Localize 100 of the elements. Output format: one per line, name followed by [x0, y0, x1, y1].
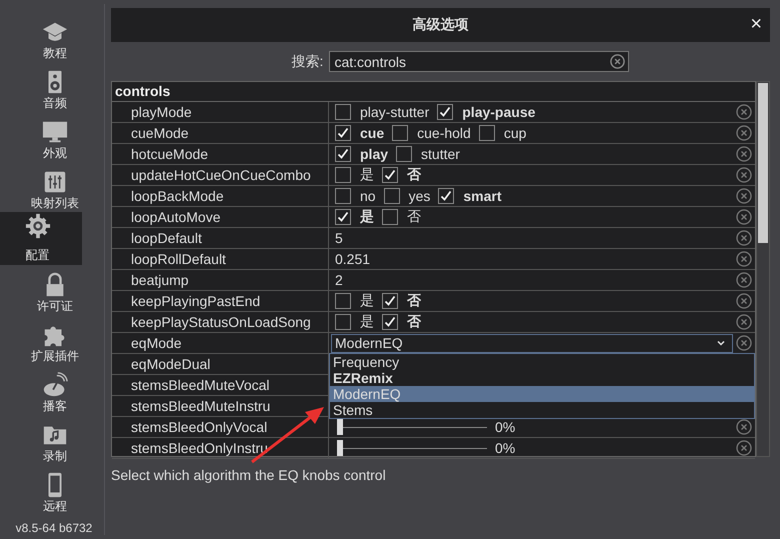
- slider-handle[interactable]: [337, 419, 343, 435]
- option-label: yes: [408, 188, 430, 204]
- option-label: 是: [360, 208, 374, 226]
- slider-value: 0%: [495, 440, 516, 456]
- clear-icon[interactable]: [610, 54, 626, 69]
- setting-name: keepPlayingPastEnd: [112, 291, 329, 311]
- reset-icon[interactable]: [736, 230, 752, 246]
- eq-mode-dropdown[interactable]: ModernEQ: [331, 334, 733, 352]
- option-label: 否: [407, 313, 421, 331]
- dropdown-option[interactable]: ModernEQ: [330, 386, 754, 402]
- slider[interactable]: [337, 419, 487, 435]
- group-header: controls: [112, 82, 755, 102]
- sliders-icon: [42, 169, 68, 195]
- slider[interactable]: [337, 440, 487, 456]
- setting-name: cueMode: [112, 123, 329, 143]
- checkbox[interactable]: [382, 209, 398, 225]
- sidebar-item[interactable]: 映射列表: [8, 162, 102, 212]
- setting-name: updateHotCueOnCueCombo: [112, 165, 329, 185]
- help-text: Select which algorithm the EQ knobs control: [111, 467, 387, 483]
- reset-icon[interactable]: [736, 167, 752, 183]
- slider-handle[interactable]: [337, 440, 343, 456]
- sidebar-item[interactable]: 音频: [8, 62, 102, 112]
- checkbox[interactable]: [335, 293, 351, 309]
- checkbox[interactable]: [478, 125, 495, 141]
- option-label: play: [360, 146, 388, 162]
- reset-icon[interactable]: [736, 335, 752, 351]
- checkbox[interactable]: [335, 167, 351, 183]
- reset-icon[interactable]: [736, 251, 752, 267]
- setting-name: eqModeDual: [112, 354, 329, 374]
- dropdown-option[interactable]: Stems: [330, 402, 754, 418]
- checkbox[interactable]: [437, 104, 454, 120]
- reset-icon[interactable]: [736, 209, 752, 225]
- gear-icon: [24, 213, 50, 239]
- reset-icon[interactable]: [736, 188, 752, 204]
- option-label: cue: [360, 125, 384, 141]
- satellite-dish-icon: [42, 372, 68, 398]
- checkbox[interactable]: [382, 167, 398, 183]
- checkbox[interactable]: [335, 188, 351, 204]
- checkbox[interactable]: [382, 293, 398, 309]
- setting-name: loopAutoMove: [112, 207, 329, 227]
- setting-value[interactable]: 2: [335, 272, 755, 288]
- setting-name: loopRollDefault: [112, 249, 329, 269]
- sidebar-item[interactable]: 外观: [8, 112, 102, 162]
- setting-name: loopDefault: [112, 228, 329, 248]
- window-title: 高级选项: [412, 16, 468, 34]
- checkbox[interactable]: [438, 188, 454, 204]
- setting-name: playMode: [112, 102, 329, 122]
- option-label: 是: [360, 166, 374, 184]
- option-label: play-pause: [462, 104, 536, 120]
- setting-value[interactable]: 5: [335, 230, 755, 246]
- sidebar-item[interactable]: 录制: [8, 415, 102, 465]
- reset-icon[interactable]: [736, 125, 752, 141]
- setting-name: eqMode: [112, 333, 329, 353]
- reset-icon[interactable]: [736, 314, 752, 330]
- option-label: cue-hold: [417, 125, 471, 141]
- option-label: 否: [407, 166, 421, 184]
- option-label: 是: [360, 292, 374, 310]
- checkbox[interactable]: [392, 125, 408, 141]
- sidebar-item[interactable]: 播客: [8, 365, 102, 415]
- reset-icon[interactable]: [736, 419, 752, 435]
- monitor-icon: [42, 119, 68, 145]
- setting-value[interactable]: 0.251: [335, 251, 755, 267]
- checkbox[interactable]: [382, 314, 398, 330]
- checkbox[interactable]: [335, 314, 351, 330]
- option-label: 是: [360, 313, 374, 331]
- checkbox[interactable]: [335, 104, 351, 120]
- option-label: smart: [463, 188, 502, 204]
- sidebar-item[interactable]: 配置: [0, 212, 82, 265]
- option-label: cup: [504, 125, 526, 141]
- option-label: no: [360, 188, 376, 204]
- dropdown-option[interactable]: Frequency: [330, 354, 754, 370]
- checkbox[interactable]: [335, 146, 351, 162]
- option-label: 否: [407, 208, 421, 226]
- dropdown-option[interactable]: EZRemix: [330, 370, 754, 386]
- reset-icon[interactable]: [736, 440, 752, 456]
- reset-icon[interactable]: [736, 293, 752, 309]
- checkbox[interactable]: [335, 209, 351, 225]
- checkbox[interactable]: [335, 125, 351, 141]
- option-label: play-stutter: [360, 104, 430, 120]
- sidebar-item[interactable]: 扩展插件: [8, 315, 102, 365]
- option-label: stutter: [421, 146, 460, 162]
- search-label: 搜索:: [292, 52, 324, 70]
- option-label: 否: [407, 292, 421, 310]
- sidebar-item[interactable]: 远程: [8, 465, 102, 515]
- close-button[interactable]: ×: [746, 14, 766, 34]
- setting-name: stemsBleedOnlyInstru: [112, 438, 329, 458]
- sidebar-item[interactable]: 许可证: [8, 265, 102, 315]
- reset-icon[interactable]: [736, 104, 752, 120]
- checkbox[interactable]: [396, 146, 412, 162]
- reset-icon[interactable]: [736, 146, 752, 162]
- setting-name: hotcueMode: [112, 144, 329, 164]
- setting-name: beatjump: [112, 270, 329, 290]
- reset-icon[interactable]: [736, 272, 752, 288]
- setting-name: stemsBleedMuteVocal: [112, 375, 329, 395]
- scrollbar-thumb[interactable]: [758, 83, 768, 243]
- search-field[interactable]: cat:controls: [329, 51, 630, 72]
- checkbox[interactable]: [384, 188, 400, 204]
- version-label: v8.5-64 b6732: [14, 521, 94, 535]
- sidebar-item[interactable]: 教程: [8, 12, 102, 62]
- setting-name: loopBackMode: [112, 186, 329, 206]
